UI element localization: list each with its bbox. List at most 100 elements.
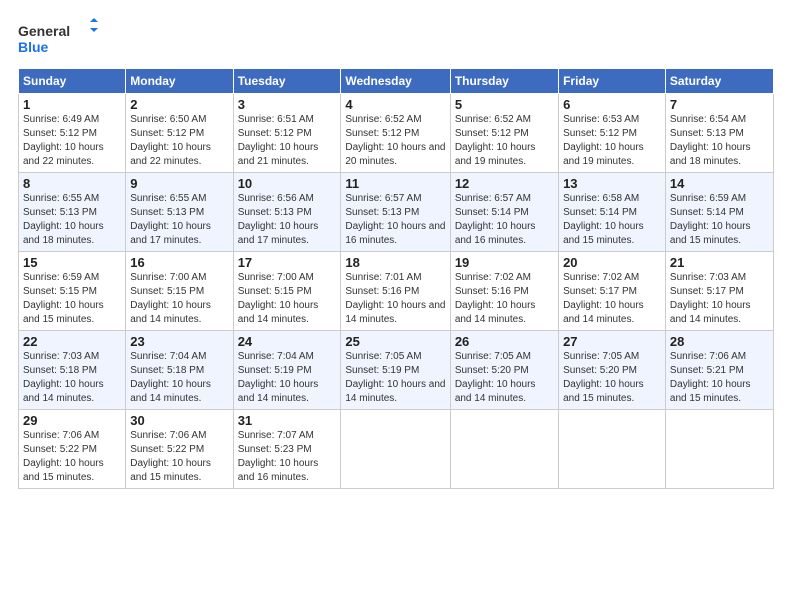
day-number: 18 [345,255,445,270]
logo-svg: General Blue [18,18,98,58]
page: General Blue SundayMondayTuesdayWednesda… [0,0,792,612]
day-info: Sunrise: 6:58 AM Sunset: 5:14 PM Dayligh… [563,192,661,248]
day-number: 12 [455,176,554,191]
day-number: 30 [130,413,228,428]
weekday-header-saturday: Saturday [665,69,773,94]
calendar-cell: 7 Sunrise: 6:54 AM Sunset: 5:13 PM Dayli… [665,94,773,173]
calendar-cell: 6 Sunrise: 6:53 AM Sunset: 5:12 PM Dayli… [559,94,666,173]
day-number: 11 [345,176,445,191]
calendar-cell: 9 Sunrise: 6:55 AM Sunset: 5:13 PM Dayli… [126,173,233,252]
calendar-cell [341,410,450,489]
calendar-cell: 24 Sunrise: 7:04 AM Sunset: 5:19 PM Dayl… [233,331,341,410]
day-info: Sunrise: 6:51 AM Sunset: 5:12 PM Dayligh… [238,113,337,169]
day-info: Sunrise: 6:52 AM Sunset: 5:12 PM Dayligh… [345,113,445,169]
day-number: 19 [455,255,554,270]
weekday-header-friday: Friday [559,69,666,94]
svg-text:General: General [18,23,70,39]
calendar-cell: 19 Sunrise: 7:02 AM Sunset: 5:16 PM Dayl… [450,252,558,331]
day-number: 10 [238,176,337,191]
calendar-cell [559,410,666,489]
calendar-cell: 31 Sunrise: 7:07 AM Sunset: 5:23 PM Dayl… [233,410,341,489]
day-number: 28 [670,334,769,349]
calendar-cell: 12 Sunrise: 6:57 AM Sunset: 5:14 PM Dayl… [450,173,558,252]
calendar-cell: 16 Sunrise: 7:00 AM Sunset: 5:15 PM Dayl… [126,252,233,331]
calendar-cell: 29 Sunrise: 7:06 AM Sunset: 5:22 PM Dayl… [19,410,126,489]
calendar-table: SundayMondayTuesdayWednesdayThursdayFrid… [18,68,774,489]
day-info: Sunrise: 7:04 AM Sunset: 5:18 PM Dayligh… [130,350,228,406]
weekday-header-tuesday: Tuesday [233,69,341,94]
week-row-1: 1 Sunrise: 6:49 AM Sunset: 5:12 PM Dayli… [19,94,774,173]
calendar-cell: 18 Sunrise: 7:01 AM Sunset: 5:16 PM Dayl… [341,252,450,331]
calendar-cell: 4 Sunrise: 6:52 AM Sunset: 5:12 PM Dayli… [341,94,450,173]
header: General Blue [18,18,774,58]
calendar-cell: 17 Sunrise: 7:00 AM Sunset: 5:15 PM Dayl… [233,252,341,331]
day-number: 29 [23,413,121,428]
day-number: 26 [455,334,554,349]
day-info: Sunrise: 6:49 AM Sunset: 5:12 PM Dayligh… [23,113,121,169]
day-info: Sunrise: 7:04 AM Sunset: 5:19 PM Dayligh… [238,350,337,406]
day-info: Sunrise: 7:01 AM Sunset: 5:16 PM Dayligh… [345,271,445,327]
day-number: 31 [238,413,337,428]
weekday-header-monday: Monday [126,69,233,94]
day-info: Sunrise: 7:02 AM Sunset: 5:17 PM Dayligh… [563,271,661,327]
week-row-5: 29 Sunrise: 7:06 AM Sunset: 5:22 PM Dayl… [19,410,774,489]
day-info: Sunrise: 6:57 AM Sunset: 5:13 PM Dayligh… [345,192,445,248]
svg-text:Blue: Blue [18,39,49,55]
day-number: 15 [23,255,121,270]
day-info: Sunrise: 6:56 AM Sunset: 5:13 PM Dayligh… [238,192,337,248]
weekday-header-wednesday: Wednesday [341,69,450,94]
day-number: 21 [670,255,769,270]
day-info: Sunrise: 6:59 AM Sunset: 5:14 PM Dayligh… [670,192,769,248]
weekday-header-row: SundayMondayTuesdayWednesdayThursdayFrid… [19,69,774,94]
calendar-cell: 3 Sunrise: 6:51 AM Sunset: 5:12 PM Dayli… [233,94,341,173]
day-number: 4 [345,97,445,112]
day-info: Sunrise: 7:06 AM Sunset: 5:22 PM Dayligh… [130,429,228,485]
day-info: Sunrise: 6:55 AM Sunset: 5:13 PM Dayligh… [23,192,121,248]
day-number: 16 [130,255,228,270]
calendar-cell: 14 Sunrise: 6:59 AM Sunset: 5:14 PM Dayl… [665,173,773,252]
day-info: Sunrise: 6:59 AM Sunset: 5:15 PM Dayligh… [23,271,121,327]
day-number: 13 [563,176,661,191]
calendar-cell: 2 Sunrise: 6:50 AM Sunset: 5:12 PM Dayli… [126,94,233,173]
calendar-cell: 23 Sunrise: 7:04 AM Sunset: 5:18 PM Dayl… [126,331,233,410]
calendar-cell: 25 Sunrise: 7:05 AM Sunset: 5:19 PM Dayl… [341,331,450,410]
day-number: 20 [563,255,661,270]
logo: General Blue [18,18,98,58]
day-number: 7 [670,97,769,112]
calendar-cell: 20 Sunrise: 7:02 AM Sunset: 5:17 PM Dayl… [559,252,666,331]
day-info: Sunrise: 7:03 AM Sunset: 5:18 PM Dayligh… [23,350,121,406]
day-info: Sunrise: 6:55 AM Sunset: 5:13 PM Dayligh… [130,192,228,248]
calendar-cell: 11 Sunrise: 6:57 AM Sunset: 5:13 PM Dayl… [341,173,450,252]
day-number: 17 [238,255,337,270]
day-info: Sunrise: 7:02 AM Sunset: 5:16 PM Dayligh… [455,271,554,327]
week-row-4: 22 Sunrise: 7:03 AM Sunset: 5:18 PM Dayl… [19,331,774,410]
week-row-2: 8 Sunrise: 6:55 AM Sunset: 5:13 PM Dayli… [19,173,774,252]
day-number: 8 [23,176,121,191]
day-number: 2 [130,97,228,112]
day-info: Sunrise: 7:00 AM Sunset: 5:15 PM Dayligh… [238,271,337,327]
day-info: Sunrise: 7:07 AM Sunset: 5:23 PM Dayligh… [238,429,337,485]
day-number: 24 [238,334,337,349]
day-number: 1 [23,97,121,112]
day-number: 6 [563,97,661,112]
day-number: 14 [670,176,769,191]
weekday-header-thursday: Thursday [450,69,558,94]
day-info: Sunrise: 6:50 AM Sunset: 5:12 PM Dayligh… [130,113,228,169]
day-info: Sunrise: 6:52 AM Sunset: 5:12 PM Dayligh… [455,113,554,169]
calendar-cell: 10 Sunrise: 6:56 AM Sunset: 5:13 PM Dayl… [233,173,341,252]
day-info: Sunrise: 7:05 AM Sunset: 5:19 PM Dayligh… [345,350,445,406]
day-info: Sunrise: 7:00 AM Sunset: 5:15 PM Dayligh… [130,271,228,327]
calendar-cell: 15 Sunrise: 6:59 AM Sunset: 5:15 PM Dayl… [19,252,126,331]
calendar-cell [665,410,773,489]
calendar-cell: 22 Sunrise: 7:03 AM Sunset: 5:18 PM Dayl… [19,331,126,410]
calendar-cell [450,410,558,489]
calendar-cell: 27 Sunrise: 7:05 AM Sunset: 5:20 PM Dayl… [559,331,666,410]
day-info: Sunrise: 6:57 AM Sunset: 5:14 PM Dayligh… [455,192,554,248]
calendar-cell: 1 Sunrise: 6:49 AM Sunset: 5:12 PM Dayli… [19,94,126,173]
day-number: 25 [345,334,445,349]
day-number: 9 [130,176,228,191]
day-number: 3 [238,97,337,112]
day-info: Sunrise: 7:05 AM Sunset: 5:20 PM Dayligh… [455,350,554,406]
day-info: Sunrise: 6:54 AM Sunset: 5:13 PM Dayligh… [670,113,769,169]
calendar-cell: 30 Sunrise: 7:06 AM Sunset: 5:22 PM Dayl… [126,410,233,489]
